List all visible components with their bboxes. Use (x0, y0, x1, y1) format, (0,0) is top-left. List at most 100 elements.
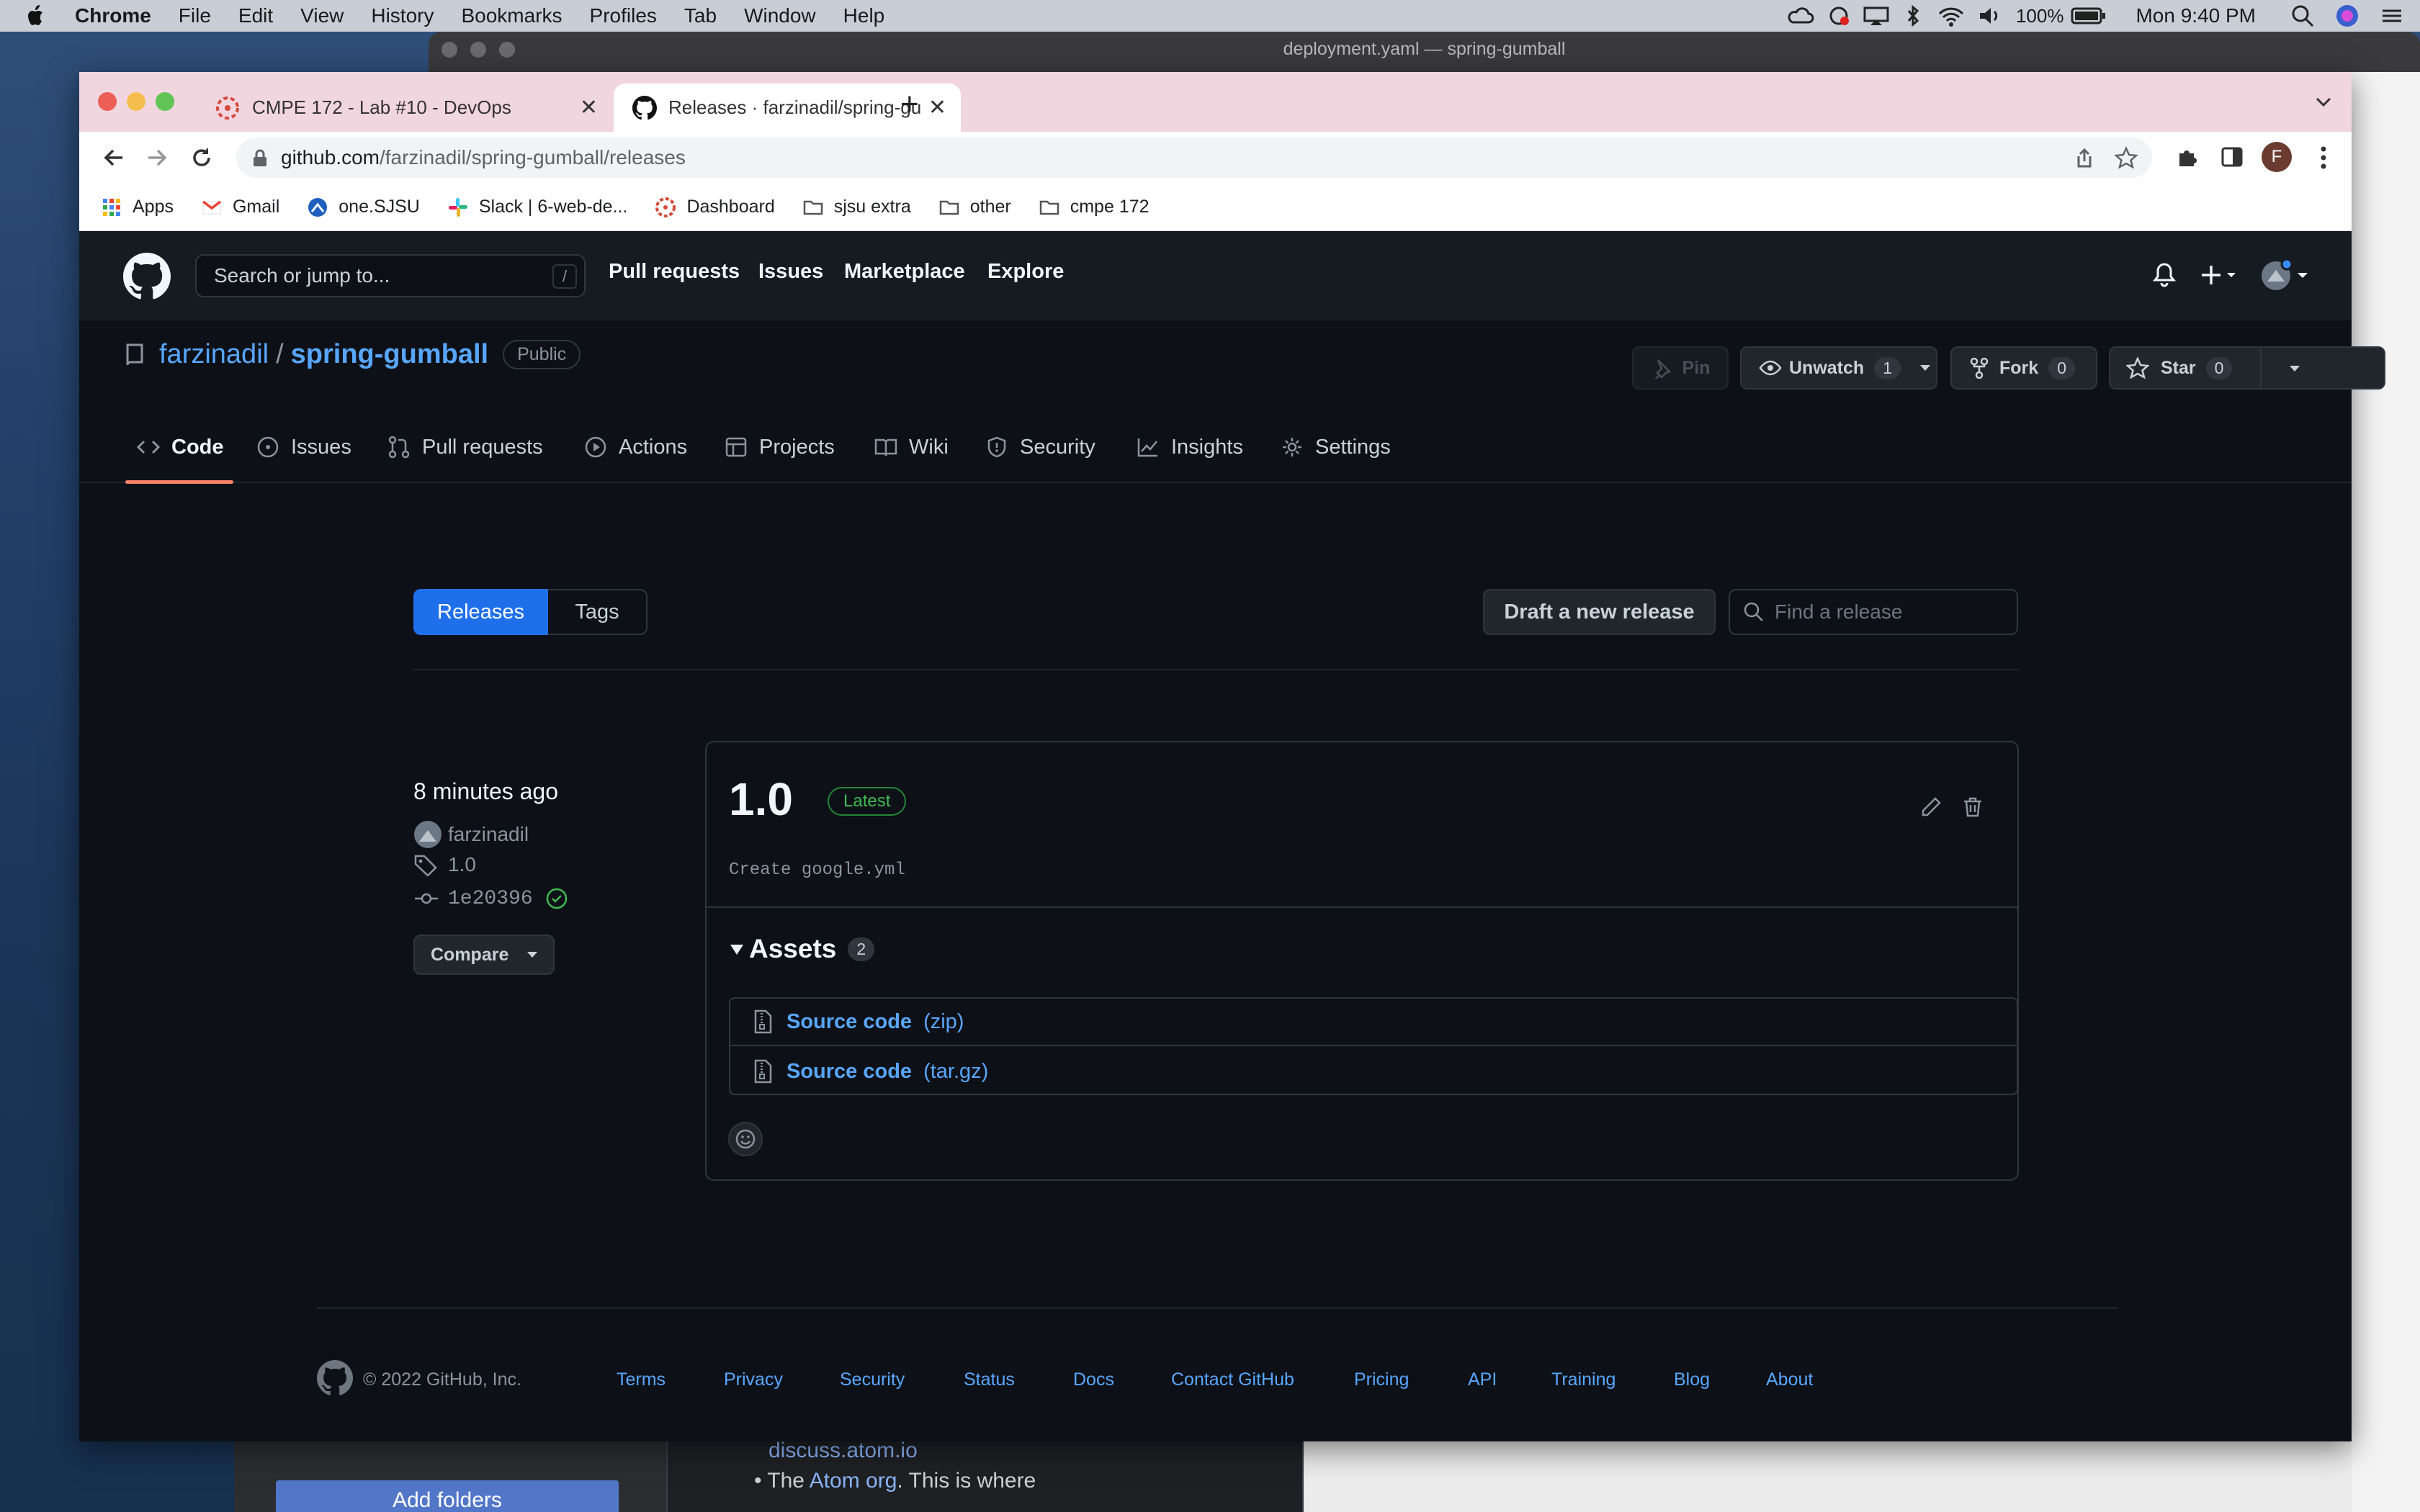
star-button[interactable]: Star 0 (2109, 346, 2385, 390)
find-release-field[interactable] (1775, 600, 2005, 624)
menu-clock[interactable]: Mon 9:40 PM (2136, 4, 2256, 27)
releases-tab-button[interactable]: Releases (413, 589, 548, 635)
github-search-input[interactable]: Search or jump to... / (195, 254, 586, 297)
footer-link-security[interactable]: Security (840, 1369, 905, 1390)
fork-button[interactable]: Fork 0 (1950, 346, 2097, 390)
profile-avatar[interactable]: F (2262, 142, 2292, 172)
bookmark-folder-cmpe172[interactable]: cmpe 172 (1039, 197, 1150, 218)
draft-new-release-button[interactable]: Draft a new release (1483, 589, 1716, 635)
bookmark-dashboard[interactable]: Dashboard (655, 197, 775, 218)
delete-trash-icon[interactable] (1961, 796, 1984, 819)
tab-issues[interactable]: Issues (256, 433, 351, 462)
creative-cloud-icon[interactable] (1824, 5, 1853, 27)
tab-projects[interactable]: Projects (725, 433, 835, 462)
create-new-plus-icon[interactable] (2201, 263, 2241, 287)
side-panel-icon[interactable] (2220, 145, 2244, 169)
tab-wiki[interactable]: Wiki (874, 433, 949, 462)
release-author[interactable]: farzinadil (413, 820, 529, 849)
address-bar[interactable]: github.com/farzinadil/spring-gumball/rel… (236, 138, 2152, 178)
compare-button[interactable]: Compare (413, 935, 555, 975)
discuss-link[interactable]: discuss.atom.io (768, 1439, 918, 1463)
tab-security[interactable]: Security (985, 433, 1095, 462)
menu-file[interactable]: File (179, 4, 211, 27)
footer-link-pricing[interactable]: Pricing (1354, 1369, 1409, 1390)
siri-icon[interactable] (2335, 4, 2360, 28)
watch-dropdown-caret-icon[interactable] (1918, 363, 1932, 373)
lock-icon[interactable] (252, 149, 268, 168)
menu-help[interactable]: Help (843, 4, 885, 27)
github-logo-icon[interactable] (123, 253, 171, 300)
apple-icon[interactable] (26, 4, 46, 27)
footer-link-terms[interactable]: Terms (617, 1369, 666, 1390)
footer-link-about[interactable]: About (1766, 1369, 1813, 1390)
tab-close-icon[interactable]: ✕ (580, 95, 598, 120)
share-icon[interactable] (2074, 148, 2094, 169)
menu-view[interactable]: View (300, 4, 344, 27)
tags-tab-button[interactable]: Tags (548, 589, 647, 635)
bookmark-star-icon[interactable] (2115, 146, 2138, 169)
release-commit[interactable]: 1e20396 (413, 886, 569, 911)
reload-icon[interactable] (189, 145, 215, 171)
unwatch-button[interactable]: Unwatch 1 (1740, 346, 1937, 390)
battery-icon[interactable] (2071, 5, 2107, 27)
chrome-menu-kebab-icon[interactable] (2316, 145, 2331, 171)
github-footer-logo-icon[interactable] (317, 1360, 353, 1396)
pin-button[interactable]: Pin (1632, 346, 1729, 390)
wifi-icon[interactable] (1937, 5, 1966, 27)
airplay-icon[interactable] (1862, 5, 1891, 27)
footer-link-contact[interactable]: Contact GitHub (1171, 1369, 1294, 1390)
menu-tab[interactable]: Tab (684, 4, 717, 27)
bookmark-apps[interactable]: Apps (101, 197, 174, 218)
footer-link-training[interactable]: Training (1551, 1369, 1615, 1390)
edit-pencil-icon[interactable] (1919, 796, 1942, 819)
repo-owner-link[interactable]: farzinadil (159, 339, 269, 370)
minimize-window-dot[interactable] (127, 92, 145, 111)
menu-app-name[interactable]: Chrome (75, 4, 151, 27)
tab-actions[interactable]: Actions (584, 433, 687, 462)
menu-history[interactable]: History (371, 4, 434, 27)
tab-settings[interactable]: Settings (1281, 433, 1391, 462)
asset-row[interactable]: Source code (tar.gz) (730, 1048, 2017, 1095)
spotlight-search-icon[interactable] (2290, 4, 2315, 28)
menu-bookmarks[interactable]: Bookmarks (461, 4, 562, 27)
zoom-window-dot[interactable] (156, 92, 174, 111)
tab-insights[interactable]: Insights (1137, 433, 1243, 462)
star-dropdown-caret-icon[interactable] (2287, 364, 2302, 374)
menu-profiles[interactable]: Profiles (590, 4, 657, 27)
cloud-icon[interactable] (1787, 5, 1816, 27)
nav-pull-requests[interactable]: Pull requests (609, 260, 740, 284)
close-window-dot[interactable] (98, 92, 117, 111)
control-center-icon[interactable] (2380, 5, 2404, 27)
nav-issues[interactable]: Issues (758, 260, 823, 284)
atom-org-link[interactable]: Atom org (810, 1469, 897, 1493)
check-circle-icon[interactable] (544, 886, 569, 911)
menu-window[interactable]: Window (744, 4, 816, 27)
repo-name-link[interactable]: spring-gumball (291, 339, 488, 370)
add-reaction-smiley-icon[interactable] (727, 1121, 763, 1157)
release-tag[interactable]: 1.0 (413, 853, 476, 876)
new-tab-icon[interactable]: + (900, 86, 919, 122)
assets-summary-toggle[interactable]: Assets 2 (729, 934, 875, 964)
bookmark-folder-sjsu-extra[interactable]: sjsu extra (802, 197, 911, 218)
notifications-bell-icon[interactable] (2152, 261, 2177, 289)
add-folders-button[interactable]: Add folders (276, 1480, 619, 1512)
release-version-title[interactable]: 1.0 (729, 773, 793, 826)
tab-cmpe172[interactable]: CMPE 172 - Lab #10 - DevOps ✕ (202, 84, 612, 132)
footer-link-docs[interactable]: Docs (1073, 1369, 1114, 1390)
tab-search-chevron-icon[interactable] (2315, 95, 2332, 109)
asset-row[interactable]: Source code (zip) (730, 999, 2017, 1046)
back-arrow-icon[interactable] (101, 145, 127, 171)
bookmark-gmail[interactable]: Gmail (201, 197, 279, 218)
bookmark-slack[interactable]: Slack | 6-web-de... (447, 197, 627, 218)
footer-link-api[interactable]: API (1468, 1369, 1497, 1390)
bluetooth-icon[interactable] (1902, 5, 1924, 27)
tab-pull-requests[interactable]: Pull requests (387, 433, 543, 462)
bookmark-onesjsu[interactable]: one.SJSU (307, 197, 420, 218)
nav-explore[interactable]: Explore (987, 260, 1064, 284)
extensions-puzzle-icon[interactable] (2175, 145, 2200, 169)
footer-link-blog[interactable]: Blog (1674, 1369, 1710, 1390)
bookmark-folder-other[interactable]: other (938, 197, 1011, 218)
user-avatar-menu[interactable] (2260, 258, 2312, 293)
volume-icon[interactable] (1977, 5, 2003, 27)
forward-arrow-icon[interactable] (144, 145, 170, 171)
